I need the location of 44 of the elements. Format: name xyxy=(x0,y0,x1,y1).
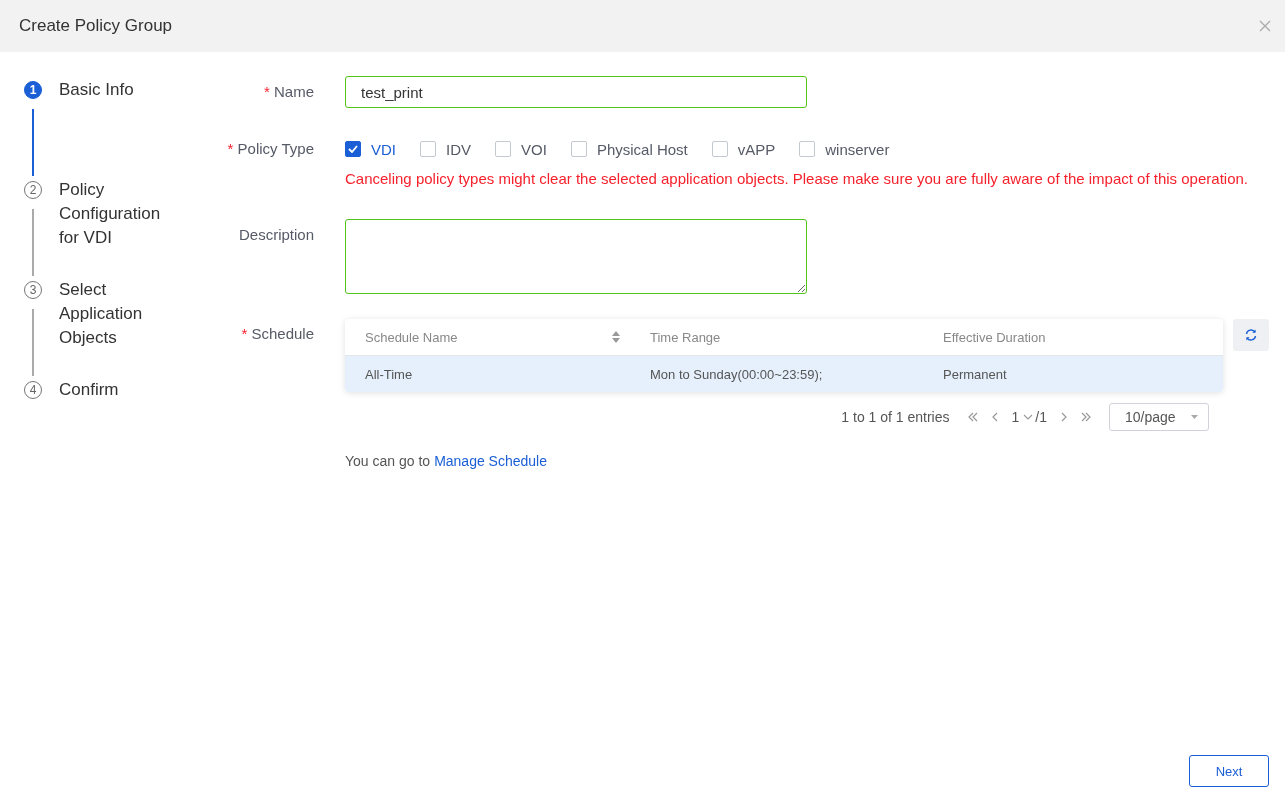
refresh-button[interactable] xyxy=(1233,319,1269,351)
policy-type-checkbox[interactable]: VDI xyxy=(345,140,396,158)
close-icon xyxy=(1259,20,1271,32)
policy-type-checkbox[interactable]: IDV xyxy=(420,140,472,158)
dialog-title: Create Policy Group xyxy=(19,16,173,36)
step-label[interactable]: Basic Info xyxy=(59,78,179,181)
column-header: Effective Duration xyxy=(942,329,1047,345)
policy-type-checkbox[interactable]: winserver xyxy=(799,140,890,158)
pagination-summary: 1 to 1 of 1 entries xyxy=(841,409,950,425)
page-total: /1 xyxy=(1035,409,1047,425)
page-size-select[interactable]: 10/page xyxy=(1109,403,1209,431)
step-label[interactable]: Confirm xyxy=(59,378,179,411)
hint-text: You can go to xyxy=(345,453,431,469)
step-label[interactable]: Select Application Objects xyxy=(59,278,179,381)
chevron-down-icon xyxy=(1023,414,1034,420)
policy-type-checkbox[interactable]: vAPP xyxy=(711,140,776,158)
next-button[interactable]: Next xyxy=(1189,755,1269,787)
last-page-icon xyxy=(1081,412,1091,422)
manage-schedule-link[interactable]: Manage Schedule xyxy=(434,453,547,469)
close-button[interactable] xyxy=(1259,20,1271,32)
checkmark-icon xyxy=(348,145,358,153)
column-header: Time Range xyxy=(649,329,722,345)
field-label: Description xyxy=(238,225,314,245)
table-cell-text: All-Time xyxy=(364,366,414,382)
description-input[interactable] xyxy=(345,219,807,294)
policy-type-checkbox[interactable]: VOI xyxy=(495,140,547,158)
policy-type-checkbox[interactable]: Physical Host xyxy=(570,140,688,158)
next-page-icon xyxy=(1059,412,1069,422)
first-page-icon xyxy=(967,412,978,422)
warning-text: Canceling policy types might clear the selected application objects. Please make sure you are fully aware of the impact of this operation. xyxy=(345,170,1249,187)
field-label: * Name xyxy=(263,82,314,102)
page-number-select[interactable]: 1 xyxy=(1005,409,1036,425)
column-header[interactable]: Schedule Name xyxy=(345,329,630,345)
field-label: * Schedule xyxy=(241,324,314,344)
step-label[interactable]: Policy Configuration for VDI xyxy=(59,178,179,281)
table-row[interactable]: All-Time Mon to Sunday(00:00~23:59); Permanent xyxy=(345,356,1223,392)
refresh-icon xyxy=(1244,328,1258,342)
field-label: * Policy Type xyxy=(227,139,314,159)
step-number: 1 xyxy=(24,81,42,99)
table-cell-text: Mon to Sunday(00:00~23:59); xyxy=(649,366,824,382)
name-input[interactable]: test_print xyxy=(345,76,807,108)
table-cell-text: Permanent xyxy=(942,366,1008,382)
sort-icon xyxy=(612,331,620,343)
caret-down-icon xyxy=(1191,415,1198,419)
